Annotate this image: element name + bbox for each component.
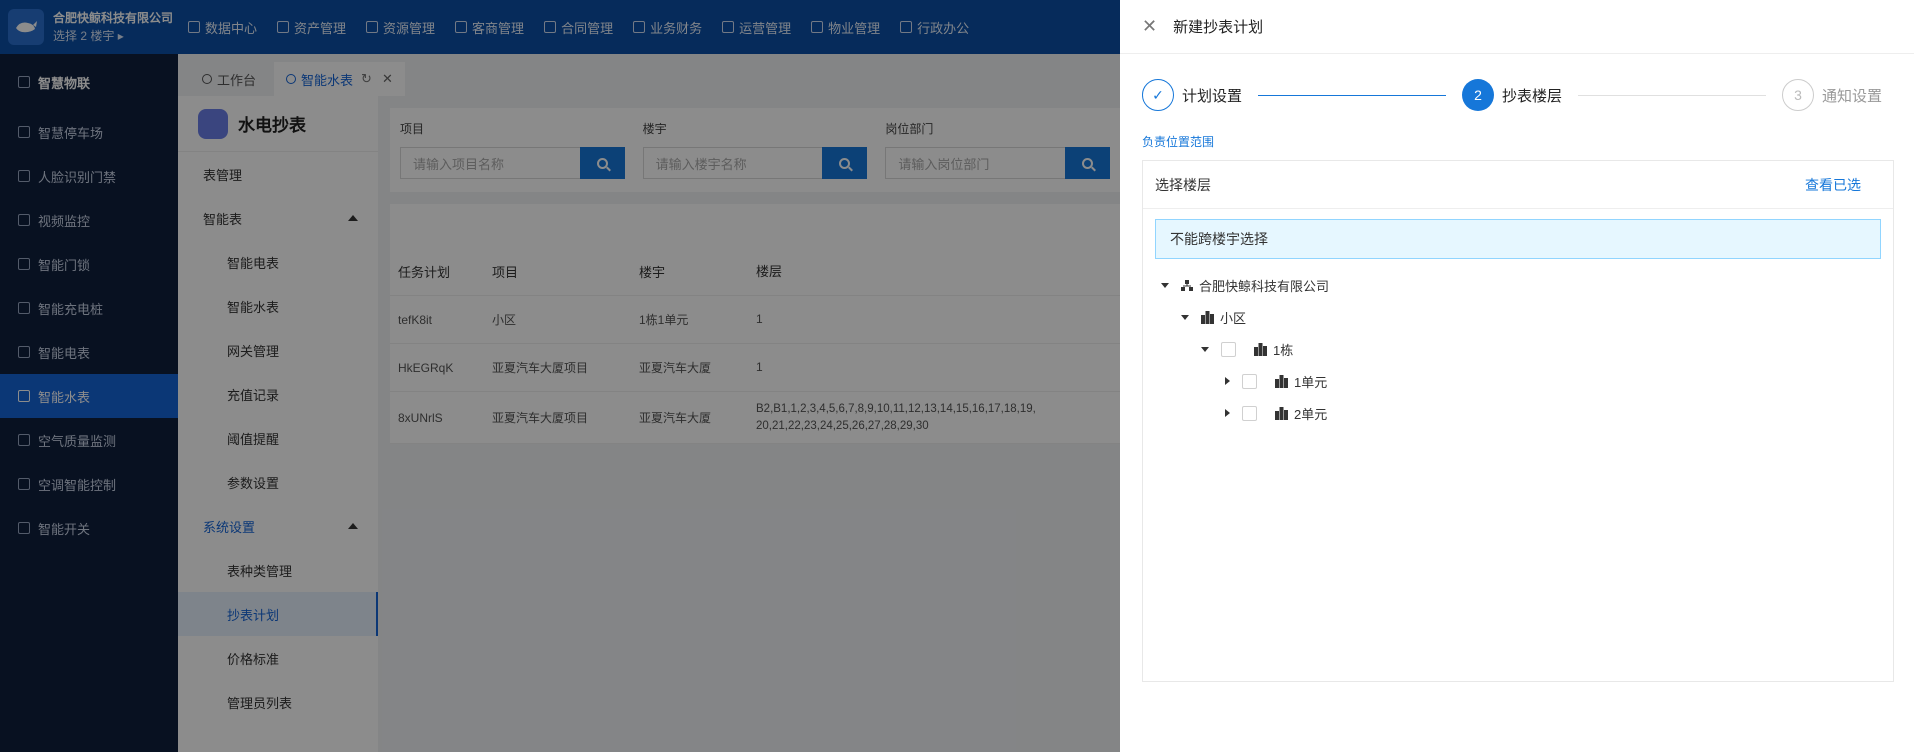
check-icon: ✓ [1142,79,1174,111]
step-reading-floors: 2 抄表楼层 [1462,79,1562,111]
steps: ✓ 计划设置 2 抄表楼层 3 通知设置 [1142,78,1894,112]
org-icon [1181,279,1193,291]
unit-checkbox[interactable] [1242,405,1257,421]
building-icon [1254,342,1267,356]
expand-icon[interactable] [1181,314,1189,320]
step-plan-settings: ✓ 计划设置 [1142,79,1242,111]
location-tree: 合肥快鲸科技有限公司 小区 1栋 1单元 2单元 [1143,269,1893,429]
modal-mask[interactable] [0,0,1120,752]
building-icon [1275,406,1288,420]
tree-node-unit[interactable]: 2单元 [1143,397,1893,429]
step-notification: 3 通知设置 [1782,79,1882,111]
drawer-header: ✕ 新建抄表计划 [1120,0,1914,54]
building-icon [1201,310,1214,324]
panel-header: 选择楼层 查看已选 [1143,161,1893,209]
expand-icon[interactable] [1161,282,1169,288]
building-checkbox[interactable] [1221,341,1236,357]
step-connector [1578,94,1767,96]
tree-node-company[interactable]: 合肥快鲸科技有限公司 [1143,269,1893,301]
drawer-title: 新建抄表计划 [1173,19,1264,36]
info-alert: 不能跨楼宇选择 [1155,219,1881,259]
expand-icon[interactable] [1225,409,1230,417]
expand-icon[interactable] [1225,377,1230,385]
unit-checkbox[interactable] [1242,373,1257,389]
close-icon[interactable]: ✕ [1142,16,1157,37]
step-connector [1258,94,1447,96]
new-plan-drawer: ✕ 新建抄表计划 ✓ 计划设置 2 抄表楼层 3 通知设置 负责位置范围 选择楼… [1120,0,1914,752]
scope-label: 负责位置范围 [1142,135,1215,149]
floor-select-panel: 选择楼层 查看已选 不能跨楼宇选择 合肥快鲸科技有限公司 小区 1栋 1单元 2… [1142,160,1894,682]
tree-node-project[interactable]: 小区 [1143,301,1893,333]
tree-node-building[interactable]: 1栋 [1143,333,1893,365]
expand-icon[interactable] [1201,346,1209,352]
building-icon [1275,374,1288,388]
view-selected-link[interactable]: 查看已选 [1805,175,1861,195]
panel-title: 选择楼层 [1155,176,1211,193]
tree-node-unit[interactable]: 1单元 [1143,365,1893,397]
